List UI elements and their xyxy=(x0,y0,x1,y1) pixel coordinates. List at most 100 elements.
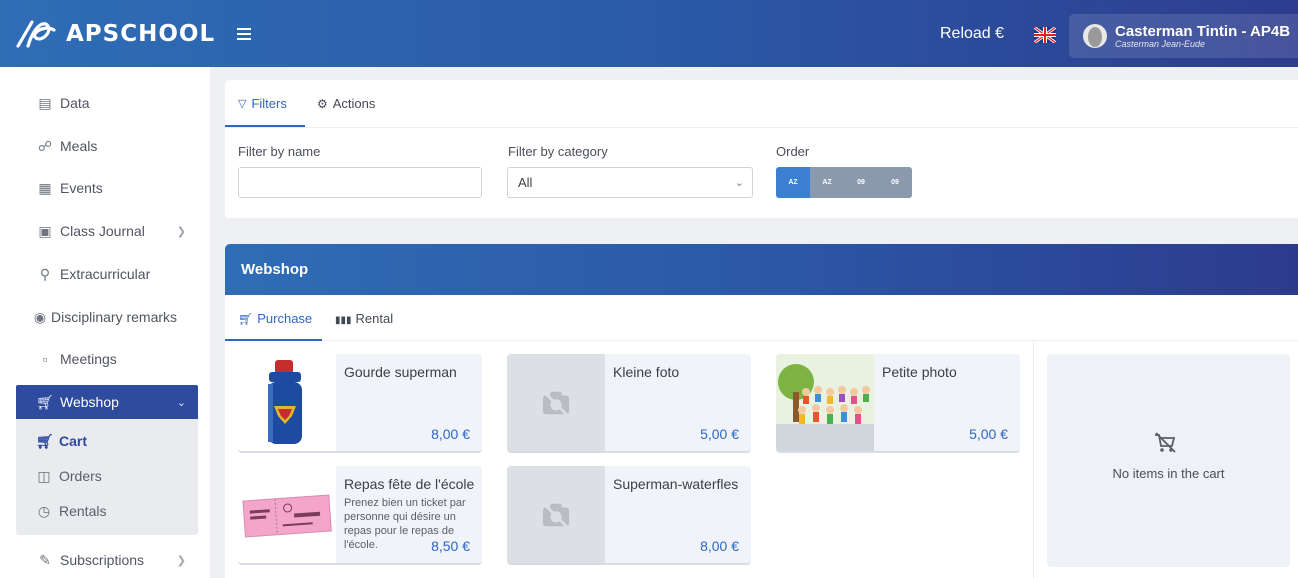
sidebar-item-meals[interactable]: ☍ Meals xyxy=(16,126,198,166)
submenu-item-rentals[interactable]: ◷ Rentals xyxy=(16,494,198,528)
product-title: Superman-waterfles xyxy=(613,476,739,492)
journal-icon: ▣ xyxy=(38,222,52,239)
cart-empty-message: No items in the cart xyxy=(1112,466,1225,481)
chevron-down-icon: ⌄ xyxy=(176,396,186,409)
sort-09-asc-button[interactable]: 09 xyxy=(844,167,878,198)
sidebar: ▤ Data ☍ Meals ▦ Events ▣ Class Journal … xyxy=(0,67,210,578)
active-tab-indicator xyxy=(225,339,322,341)
filter-card: ▽ Filters ⚙ Actions Filter by name Filte… xyxy=(225,80,1298,218)
product-card-repas-fete[interactable]: Repas fête de l'école Prenez bien un tic… xyxy=(238,466,482,565)
menu-toggle-icon[interactable] xyxy=(237,27,252,40)
bag-icon: ◫ xyxy=(37,467,51,484)
sidebar-item-extracurricular[interactable]: ⚲ Extracurricular xyxy=(16,254,198,294)
submenu-item-cart[interactable]: 🛒︎ Cart xyxy=(16,424,198,458)
user-subtitle: Casterman Jean-Eude xyxy=(1115,38,1206,49)
cart-icon: 🛒︎ xyxy=(36,432,54,449)
cart-icon: 🛒︎ xyxy=(238,312,254,326)
tab-actions[interactable]: ⚙ Actions xyxy=(317,96,375,111)
product-price: 8,50 € xyxy=(431,538,470,554)
fingerprint-icon: ◉ xyxy=(33,308,47,325)
product-price: 5,00 € xyxy=(969,426,1008,442)
tab-purchase-label: Purchase xyxy=(257,311,313,326)
chevron-right-icon: ❯ xyxy=(176,225,186,238)
submenu-item-label: Rentals xyxy=(59,503,107,519)
clock-icon: ◷ xyxy=(37,502,51,519)
filter-icon: ▽ xyxy=(238,98,247,110)
product-card-kleine-foto[interactable]: Kleine foto 5,00 € xyxy=(507,354,751,453)
no-image-icon xyxy=(507,466,605,563)
pen-icon: ✎ xyxy=(39,551,51,568)
apple-icon: ☍ xyxy=(37,137,53,154)
uk-flag-icon[interactable] xyxy=(1034,27,1056,43)
sidebar-item-meetings[interactable]: ▫ Meetings xyxy=(16,339,198,379)
product-card-superman-waterfles[interactable]: Superman-waterfles 8,00 € xyxy=(507,466,751,565)
no-image-icon xyxy=(507,354,605,451)
chevron-down-icon: ⌄ xyxy=(734,177,744,189)
divider xyxy=(1033,341,1034,578)
product-price: 8,00 € xyxy=(700,538,739,554)
tab-actions-label: Actions xyxy=(332,96,376,111)
product-price: 5,00 € xyxy=(700,426,739,442)
product-price: 8,00 € xyxy=(431,426,470,442)
calendar-clock-icon: ▦ xyxy=(38,179,52,196)
order-button-group: AZ AZ 09 09 xyxy=(776,167,912,198)
file-icon: ▤ xyxy=(38,94,52,111)
filter-category-value: All xyxy=(518,175,533,190)
sort-az-asc-button[interactable]: AZ xyxy=(776,167,810,198)
tab-filters[interactable]: ▽ Filters xyxy=(238,96,287,111)
sidebar-item-label: Events xyxy=(60,180,103,196)
brand-name: APSCHOOL xyxy=(66,20,216,47)
apschool-logo[interactable]: APSCHOOL xyxy=(14,16,215,52)
tab-rental[interactable]: ▮▮▮ Rental xyxy=(335,311,393,326)
order-label: Order xyxy=(776,144,810,159)
filter-name-input[interactable] xyxy=(238,167,482,198)
sidebar-item-webshop[interactable]: 🛒︎ Webshop ⌄ xyxy=(16,385,198,419)
tab-purchase[interactable]: 🛒︎ Purchase xyxy=(238,311,312,326)
sidebar-item-events[interactable]: ▦ Events xyxy=(16,168,198,208)
gear-icon: ⚙ xyxy=(317,96,328,111)
active-tab-indicator xyxy=(225,125,305,127)
avatar xyxy=(1083,24,1107,48)
top-bar: APSCHOOL Reload € Casterman Tintin - AP4… xyxy=(0,0,1298,67)
filter-tabs: ▽ Filters ⚙ Actions xyxy=(225,80,1298,128)
empty-cart-icon xyxy=(1155,432,1176,453)
product-card-gourde-superman[interactable]: Gourde superman 8,00 € xyxy=(238,354,482,453)
tab-rental-label: Rental xyxy=(355,311,394,326)
logo-icon xyxy=(16,19,56,48)
reload-link[interactable]: Reload € xyxy=(940,25,1004,43)
sidebar-item-label: Meals xyxy=(60,138,98,154)
key-icon: ⚲ xyxy=(39,265,51,282)
barcode-icon: ▮▮▮ xyxy=(335,315,352,326)
sidebar-item-label: Class Journal xyxy=(60,223,145,239)
cart-panel: No items in the cart xyxy=(1047,354,1290,567)
calendar-icon: ▫ xyxy=(42,351,48,367)
sort-az-desc-button[interactable]: AZ xyxy=(810,167,844,198)
sort-09-desc-button[interactable]: 09 xyxy=(878,167,912,198)
webshop-submenu: 🛒︎ Cart ◫ Orders ◷ Rentals xyxy=(16,419,198,535)
tab-filters-label: Filters xyxy=(251,96,287,111)
product-title: Gourde superman xyxy=(344,364,457,380)
filter-category-select[interactable]: All ⌄ xyxy=(507,167,753,198)
sidebar-item-class-journal[interactable]: ▣ Class Journal ❯ xyxy=(16,211,198,251)
submenu-item-orders[interactable]: ◫ Orders xyxy=(16,459,198,493)
sidebar-item-label: Subscriptions xyxy=(60,552,145,568)
product-image xyxy=(238,466,336,563)
webshop-tabs: 🛒︎ Purchase ▮▮▮ Rental xyxy=(225,295,1298,341)
user-menu[interactable]: Casterman Tintin - AP4B Casterman Jean-E… xyxy=(1069,14,1298,58)
filter-name-label: Filter by name xyxy=(238,144,321,159)
submenu-item-label: Cart xyxy=(59,433,88,449)
sidebar-item-disciplinary-remarks[interactable]: ◉ Disciplinary remarks xyxy=(16,297,198,337)
user-name: Casterman Tintin - AP4B xyxy=(1115,22,1291,40)
product-title: Petite photo xyxy=(882,364,957,380)
sidebar-item-subscriptions[interactable]: ✎ Subscriptions ❯ xyxy=(16,540,198,578)
product-image xyxy=(238,354,336,451)
chevron-right-icon: ❯ xyxy=(176,554,186,567)
product-card-petite-photo[interactable]: Petite photo 5,00 € xyxy=(776,354,1020,453)
product-title: Kleine foto xyxy=(613,364,680,380)
sidebar-item-label: Meetings xyxy=(60,351,117,367)
sidebar-item-label: Data xyxy=(60,95,90,111)
sidebar-item-label: Disciplinary remarks xyxy=(51,309,178,325)
sidebar-item-label: Webshop xyxy=(60,394,119,410)
sidebar-item-data[interactable]: ▤ Data xyxy=(16,83,198,123)
cart-icon: 🛒︎ xyxy=(36,393,54,410)
